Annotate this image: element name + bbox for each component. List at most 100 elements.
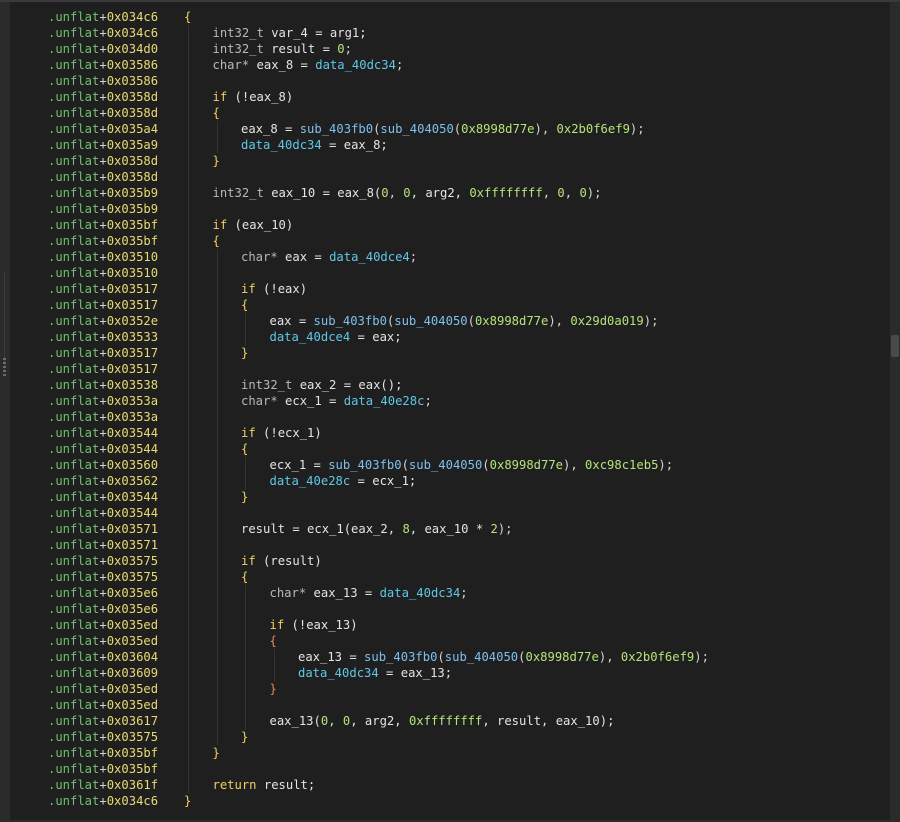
token-data[interactable]: data_40dc34 [315, 58, 396, 72]
code-line[interactable]: .unflat+0x035b9 int32_t eax_10 = eax_8(0,… [10, 185, 890, 201]
token-func[interactable]: sub_404050 [445, 650, 518, 664]
address-label[interactable]: .unflat+0x03517 [48, 281, 158, 297]
code-line[interactable]: .unflat+0x03544 [10, 505, 890, 521]
code-line[interactable]: .unflat+0x03586 [10, 73, 890, 89]
address-label[interactable]: .unflat+0x03510 [48, 249, 158, 265]
code-line[interactable]: .unflat+0x03617 eax_13(0, 0, arg2, 0xffff… [10, 713, 890, 729]
code-line[interactable]: .unflat+0x03575} [10, 729, 890, 745]
token-data[interactable]: data_40dce4 [270, 330, 351, 344]
address-label[interactable]: .unflat+0x035bf [48, 233, 158, 249]
address-label[interactable]: .unflat+0x034c6 [48, 9, 158, 25]
token-func[interactable]: sub_403fb0 [300, 122, 373, 136]
code-line[interactable]: .unflat+0x03544 if (!ecx_1) [10, 425, 890, 441]
address-label[interactable]: .unflat+0x03510 [48, 265, 158, 281]
token-func[interactable]: sub_403fb0 [364, 650, 437, 664]
address-label[interactable]: .unflat+0x035e6 [48, 585, 158, 601]
code-line[interactable]: .unflat+0x03533 data_40dce4 = eax; [10, 329, 890, 345]
token-func[interactable]: sub_404050 [394, 314, 467, 328]
address-label[interactable]: .unflat+0x03617 [48, 713, 158, 729]
address-label[interactable]: .unflat+0x03562 [48, 473, 158, 489]
token-data[interactable]: data_40dc34 [298, 666, 379, 680]
code-line[interactable]: .unflat+0x03571 [10, 537, 890, 553]
code-line[interactable]: .unflat+0x034c6} [10, 793, 890, 809]
address-label[interactable]: .unflat+0x03575 [48, 553, 158, 569]
address-label[interactable]: .unflat+0x035ed [48, 681, 158, 697]
code-line[interactable]: .unflat+0x03604 eax_13 = sub_403fb0(sub_4… [10, 649, 890, 665]
code-line[interactable]: .unflat+0x03517 [10, 361, 890, 377]
code-line[interactable]: .unflat+0x0352e eax = sub_403fb0 (sub_4040… [10, 313, 890, 329]
address-label[interactable]: .unflat+0x034c6 [48, 793, 158, 809]
code-line[interactable]: .unflat+0x034c6 int32_t var_4 = arg1; [10, 25, 890, 41]
address-label[interactable]: .unflat+0x03560 [48, 457, 158, 473]
splitter-grip-icon[interactable] [3, 358, 6, 376]
address-label[interactable]: .unflat+0x0353a [48, 393, 158, 409]
code-line[interactable]: .unflat+0x035a9 data_40dc34 = eax_8; [10, 137, 890, 153]
token-data[interactable]: data_40dce4 [329, 250, 410, 264]
code-line[interactable]: .unflat+0x035ed if (!eax_13) [10, 617, 890, 633]
address-label[interactable]: .unflat+0x035ed [48, 697, 158, 713]
scrollbar-thumb[interactable] [891, 335, 899, 357]
code-line[interactable]: .unflat+0x03562 data_40e28c = ecx_1; [10, 473, 890, 489]
address-label[interactable]: .unflat+0x03604 [48, 649, 158, 665]
address-label[interactable]: .unflat+0x035bf [48, 761, 158, 777]
code-line[interactable]: .unflat+0x035e6 [10, 601, 890, 617]
address-label[interactable]: .unflat+0x03575 [48, 729, 158, 745]
token-data[interactable]: data_40e28c [344, 394, 425, 408]
code-line[interactable]: .unflat+0x035ed} [10, 681, 890, 697]
side-panel-splitter[interactable] [0, 2, 10, 822]
address-label[interactable]: .unflat+0x035bf [48, 217, 158, 233]
address-label[interactable]: .unflat+0x035b9 [48, 185, 158, 201]
address-label[interactable]: .unflat+0x03544 [48, 489, 158, 505]
address-label[interactable]: .unflat+0x035b9 [48, 201, 158, 217]
address-label[interactable]: .unflat+0x0358d [48, 153, 158, 169]
code-line[interactable]: .unflat+0x034d0 int32_t result = 0; [10, 41, 890, 57]
code-line[interactable]: .unflat+0x03517 if (!eax) [10, 281, 890, 297]
address-label[interactable]: .unflat+0x035e6 [48, 601, 158, 617]
address-label[interactable]: .unflat+0x03544 [48, 441, 158, 457]
code-line[interactable]: .unflat+0x0358d} [10, 153, 890, 169]
token-func[interactable]: sub_403fb0 [328, 458, 401, 472]
code-line[interactable]: .unflat+0x035bf [10, 761, 890, 777]
code-line[interactable]: .unflat+0x035bf if (eax_10) [10, 217, 890, 233]
address-label[interactable]: .unflat+0x03609 [48, 665, 158, 681]
address-label[interactable]: .unflat+0x035bf [48, 745, 158, 761]
code-line[interactable]: .unflat+0x03544 { [10, 441, 890, 457]
vertical-scrollbar[interactable] [890, 2, 900, 822]
address-label[interactable]: .unflat+0x03517 [48, 361, 158, 377]
address-label[interactable]: .unflat+0x0353a [48, 409, 158, 425]
address-label[interactable]: .unflat+0x03571 [48, 521, 158, 537]
token-func[interactable]: sub_404050 [380, 122, 453, 136]
token-data[interactable]: data_40e28c [270, 474, 351, 488]
code-line[interactable]: .unflat+0x0361f return result; [10, 777, 890, 793]
code-line[interactable]: .unflat+0x03609 data_40dc34 = eax_13; [10, 665, 890, 681]
code-line[interactable]: .unflat+0x035ed { [10, 633, 890, 649]
code-line[interactable]: .unflat+0x034c6 { [10, 9, 890, 25]
address-label[interactable]: .unflat+0x0358d [48, 105, 158, 121]
token-func[interactable]: sub_404050 [409, 458, 482, 472]
address-label[interactable]: .unflat+0x0361f [48, 777, 158, 793]
code-line[interactable]: .unflat+0x035a4 eax_8 = sub_403fb0(sub_40… [10, 121, 890, 137]
code-line[interactable]: .unflat+0x03517 { [10, 297, 890, 313]
address-label[interactable]: .unflat+0x03544 [48, 425, 158, 441]
code-line[interactable]: .unflat+0x0358d if (!eax_8) [10, 89, 890, 105]
code-line[interactable]: .unflat+0x035e6 char* eax_13 = data_40dc3… [10, 585, 890, 601]
code-line[interactable]: .unflat+0x03560 ecx_1 = sub_403fb0(sub_40… [10, 457, 890, 473]
code-line[interactable]: .unflat+0x03510 char* eax = data_40dce4; [10, 249, 890, 265]
code-line[interactable]: .unflat+0x0358d { [10, 105, 890, 121]
code-line[interactable]: .unflat+0x0353a char* ecx_1 = data_40e28c… [10, 393, 890, 409]
code-line[interactable]: .unflat+0x03544} [10, 489, 890, 505]
code-line[interactable]: .unflat+0x03510 [10, 265, 890, 281]
address-label[interactable]: .unflat+0x03571 [48, 537, 158, 553]
address-label[interactable]: .unflat+0x03575 [48, 569, 158, 585]
code-line[interactable]: .unflat+0x0353a [10, 409, 890, 425]
address-label[interactable]: .unflat+0x03586 [48, 57, 158, 73]
code-line[interactable]: .unflat+0x0358d [10, 169, 890, 185]
code-line[interactable]: .unflat+0x03538 int32_t eax_2 = eax(); [10, 377, 890, 393]
address-label[interactable]: .unflat+0x03517 [48, 297, 158, 313]
code-line[interactable]: .unflat+0x03575 if (result) [10, 553, 890, 569]
address-label[interactable]: .unflat+0x03544 [48, 505, 158, 521]
token-data[interactable]: data_40dc34 [380, 586, 461, 600]
token-func[interactable]: sub_403fb0 [314, 314, 387, 328]
address-label[interactable]: .unflat+0x03538 [48, 377, 158, 393]
address-label[interactable]: .unflat+0x035a4 [48, 121, 158, 137]
